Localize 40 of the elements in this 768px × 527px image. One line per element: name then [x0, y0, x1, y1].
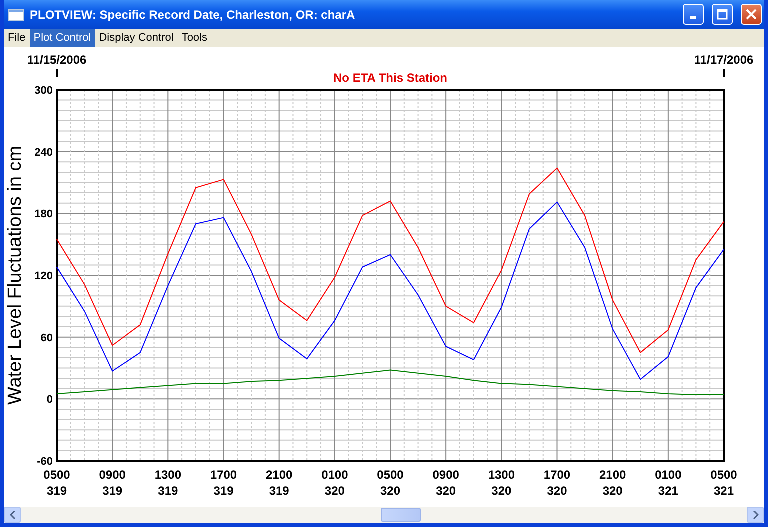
menu-item[interactable]: File	[4, 29, 30, 47]
x-tick-label: 2100 320	[599, 468, 626, 498]
menu-item[interactable]: Tools	[178, 29, 212, 47]
y-tick-label: 120	[34, 270, 53, 282]
window-icon	[8, 8, 24, 21]
x-tick-label: 1300 319	[154, 468, 182, 498]
x-tick-label: 1300 320	[488, 468, 516, 498]
scroll-left-button[interactable]	[4, 506, 21, 524]
close-icon	[746, 9, 757, 20]
scroll-right-button[interactable]	[747, 506, 764, 524]
x-tick-label: 0100 321	[655, 468, 682, 498]
end-date: 11/17/2006	[694, 52, 754, 67]
y-tick-label: -60	[37, 456, 53, 468]
start-date: 11/15/2006	[27, 52, 87, 67]
x-tick-label: 1700 319	[210, 468, 238, 498]
x-tick-label: 2100 319	[266, 468, 293, 498]
menu-item[interactable]: Plot Control	[30, 29, 96, 47]
y-tick-label: 240	[34, 146, 53, 158]
y-axis-label: Water Level Fluctuations in cm	[5, 146, 26, 405]
end-date-tick	[723, 68, 725, 77]
start-date-tick	[56, 68, 58, 77]
scroll-thumb[interactable]	[381, 508, 421, 522]
chart-title: No ETA This Station	[334, 70, 448, 85]
x-tick-label: 0500 319	[44, 468, 70, 498]
y-tick-label: 0	[46, 394, 53, 406]
y-tick-label: 300	[34, 84, 53, 97]
maximize-icon	[717, 9, 728, 20]
menu-item[interactable]: Display Control	[95, 29, 178, 47]
minimize-button[interactable]	[683, 4, 704, 26]
maximize-button[interactable]	[712, 4, 733, 26]
y-tick-label: 180	[34, 208, 53, 220]
y-tick-label: 60	[40, 332, 53, 344]
close-button[interactable]	[741, 4, 762, 26]
x-tick-label: 1700 320	[544, 468, 571, 498]
x-tick-label: 0100 320	[322, 468, 348, 498]
window-title: PLOTVIEW: Specific Record Date, Charleston, OR: charA	[30, 8, 356, 22]
x-tick-label: 0500 320	[377, 468, 404, 498]
x-tick-label: 0500 321	[710, 468, 738, 498]
x-tick-label: 0900 319	[99, 468, 126, 498]
x-tick-label: 0900 320	[432, 468, 460, 498]
